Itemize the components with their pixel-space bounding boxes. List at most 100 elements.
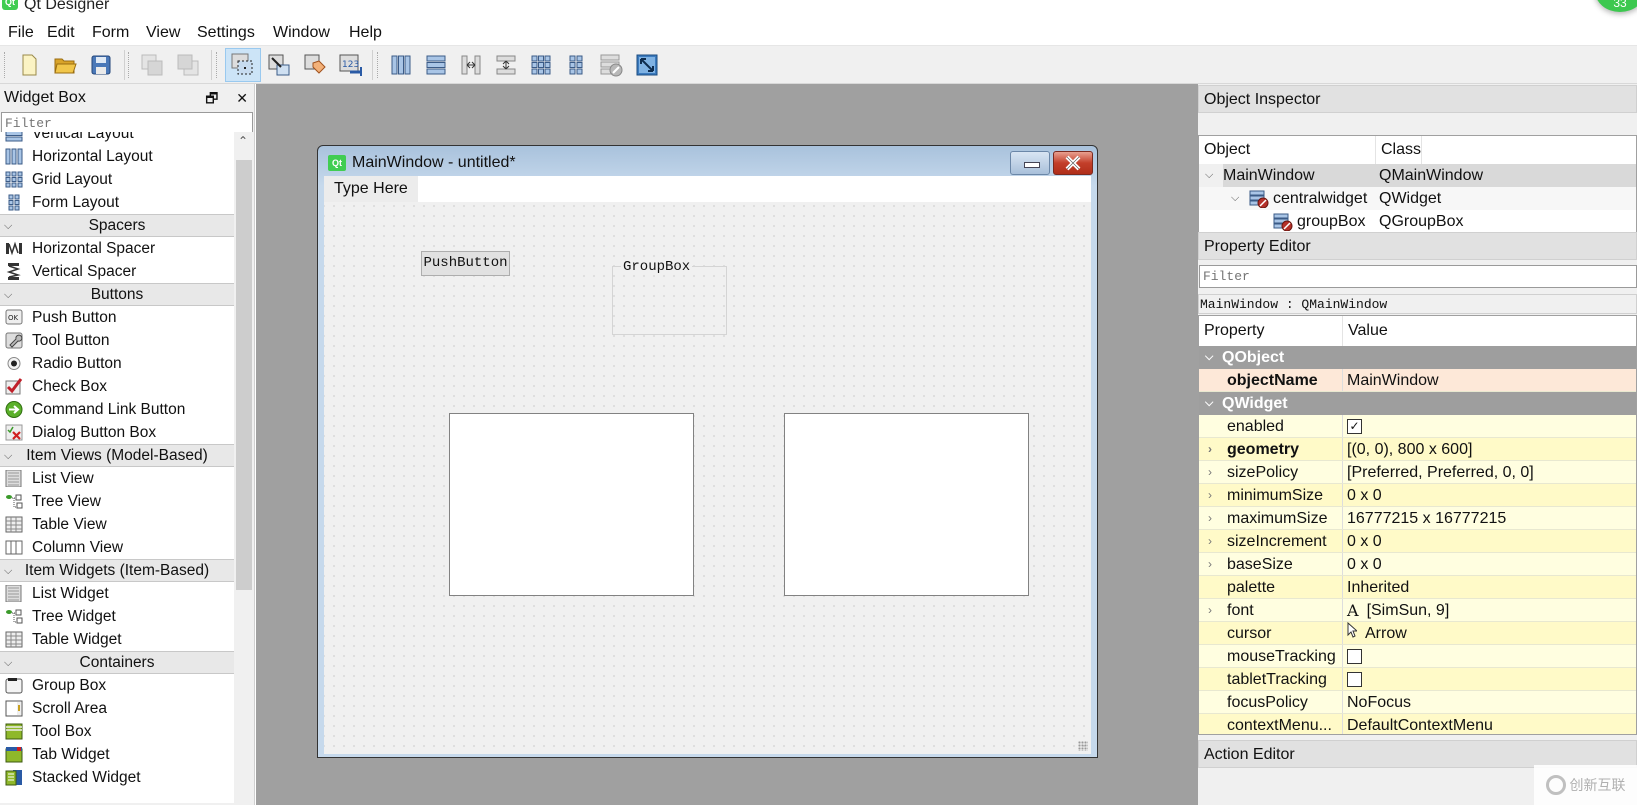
form-list-widget-left[interactable] [449, 413, 694, 596]
widget-item-tree-widget[interactable]: Tree Widget [0, 605, 234, 628]
widget-item-form-layout[interactable]: Form Layout [0, 191, 234, 214]
lay-out-vertical-splitter-button[interactable] [491, 50, 521, 80]
property-value-cell[interactable]: Arrow [1343, 621, 1407, 644]
property-row-sizeincrement[interactable]: › sizeIncrement 0 x 0 [1199, 530, 1636, 553]
adjust-size-button[interactable] [632, 50, 662, 80]
edit-tab-order-button[interactable]: 123 [336, 50, 366, 80]
object-tree-row[interactable]: groupBox QGroupBox [1199, 210, 1636, 233]
property-row-font[interactable]: › font A [SimSun, 9] [1199, 599, 1636, 622]
property-row-basesize[interactable]: › baseSize 0 x 0 [1199, 553, 1636, 576]
form-push-button[interactable]: PushButton [421, 251, 510, 276]
widget-item-tool-button[interactable]: Tool Button [0, 329, 234, 352]
mousetracking-checkbox[interactable] [1347, 648, 1362, 664]
property-value-cell[interactable]: [(0, 0), 800 x 600] [1343, 438, 1472, 460]
property-group-qwidget[interactable]: ⌵ QWidget [1199, 392, 1636, 415]
column-header-object[interactable]: Object [1199, 136, 1376, 164]
widget-item-scroll-area[interactable]: Scroll Area [0, 697, 234, 720]
property-value-cell[interactable] [1343, 668, 1362, 690]
widget-item-table-widget[interactable]: Table Widget [0, 628, 234, 651]
property-value-cell[interactable]: ✓ [1343, 415, 1362, 437]
widget-item-horizontal-layout[interactable]: Horizontal Layout [0, 145, 234, 168]
widget-item-group-box[interactable]: Group Box [0, 674, 234, 697]
size-grip-icon[interactable] [1078, 741, 1088, 751]
save-form-button[interactable] [86, 50, 116, 80]
chevron-down-icon[interactable]: ⌵ [1231, 187, 1239, 210]
widget-item-command-link-button[interactable]: Command Link Button [0, 398, 234, 421]
type-here-menu[interactable]: Type Here [324, 176, 418, 202]
property-value-cell[interactable]: NoFocus [1343, 691, 1411, 713]
chevron-right-icon[interactable]: › [1208, 438, 1212, 461]
widget-category-item-widgets-item-based[interactable]: ⌵ Item Widgets (Item-Based) [0, 559, 234, 582]
menu-file[interactable]: File [8, 24, 34, 42]
property-value-cell[interactable]: 0 x 0 [1343, 484, 1382, 506]
tablettracking-checkbox[interactable] [1347, 671, 1362, 687]
property-row-cursor[interactable]: cursor Arrow [1199, 621, 1636, 645]
scroll-up-icon[interactable]: ⌃ [238, 134, 248, 148]
property-value-cell[interactable]: DefaultContextMenu [1343, 714, 1493, 734]
widget-item-dialog-button-box[interactable]: Dialog Button Box [0, 421, 234, 444]
property-row-contextmenu[interactable]: contextMenu... DefaultContextMenu [1199, 714, 1636, 734]
menu-form[interactable]: Form [92, 24, 129, 42]
object-tree-row[interactable]: ⌵ MainWindow QMainWindow [1199, 164, 1636, 187]
property-row-sizepolicy[interactable]: › sizePolicy [Preferred, Preferred, 0, 0] [1199, 461, 1636, 484]
widget-item-list-view[interactable]: List View [0, 467, 234, 490]
close-icon[interactable]: ✕ [236, 90, 248, 106]
property-row-mousetracking[interactable]: mouseTracking [1199, 645, 1636, 668]
chevron-right-icon[interactable]: › [1208, 507, 1212, 530]
open-form-button[interactable] [50, 50, 80, 80]
column-header-property[interactable]: Property [1199, 316, 1343, 346]
property-group-qobject[interactable]: ⌵ QObject [1199, 346, 1636, 369]
new-form-button[interactable] [14, 50, 44, 80]
widget-item-grid-layout[interactable]: Grid Layout [0, 168, 234, 191]
widget-item-column-view[interactable]: Column View [0, 536, 234, 559]
chevron-right-icon[interactable]: › [1208, 599, 1212, 622]
property-value-cell[interactable]: MainWindow [1343, 369, 1439, 391]
toolbar-grip[interactable] [377, 52, 378, 78]
break-layout-button[interactable] [596, 50, 626, 80]
lay-out-grid-button[interactable] [526, 50, 556, 80]
chevron-down-icon[interactable]: ⌵ [1205, 164, 1213, 187]
widget-category-buttons[interactable]: ⌵ Buttons [0, 283, 234, 306]
widget-item-horizontal-spacer[interactable]: Horizontal Spacer [0, 237, 234, 260]
column-header-value[interactable]: Value [1343, 316, 1388, 346]
float-dock-icon[interactable]: 🗗 [205, 90, 218, 106]
menu-view[interactable]: View [146, 24, 180, 42]
widget-item-check-box[interactable]: Check Box [0, 375, 234, 398]
edit-signals-slots-button[interactable] [264, 50, 294, 80]
close-window-button[interactable] [1053, 151, 1093, 175]
toolbar-grip[interactable] [216, 52, 217, 78]
widget-category-item-views-model-based[interactable]: ⌵ Item Views (Model-Based) [0, 444, 234, 467]
column-header-class[interactable]: Class [1376, 136, 1423, 164]
property-row-palette[interactable]: palette Inherited [1199, 576, 1636, 599]
toolbar-grip[interactable] [128, 52, 129, 78]
chevron-right-icon[interactable]: › [1208, 484, 1212, 507]
property-row-enabled[interactable]: enabled ✓ [1199, 415, 1636, 438]
widget-item-tab-widget[interactable]: Tab Widget [0, 743, 234, 766]
widget-item-tree-view[interactable]: Tree View [0, 490, 234, 513]
property-value-cell[interactable]: 16777215 x 16777215 [1343, 507, 1506, 529]
lay-out-vertically-button[interactable] [421, 50, 451, 80]
widget-item-push-button[interactable]: OK Push Button [0, 306, 234, 329]
property-row-minimumsize[interactable]: › minimumSize 0 x 0 [1199, 484, 1636, 507]
property-value-cell[interactable] [1343, 645, 1362, 667]
widget-item-vertical-layout[interactable]: Vertical Layout [0, 132, 234, 145]
lay-out-horizontal-splitter-button[interactable] [456, 50, 486, 80]
widget-box-filter-input[interactable] [1, 112, 253, 134]
widget-box-scrollbar[interactable]: ⌃ [234, 132, 254, 803]
send-to-back-button[interactable] [137, 50, 167, 80]
menu-window[interactable]: Window [273, 24, 330, 42]
property-value-cell[interactable]: 0 x 0 [1343, 553, 1382, 575]
edit-widgets-button[interactable] [225, 48, 261, 82]
property-row-maximumsize[interactable]: › maximumSize 16777215 x 16777215 [1199, 507, 1636, 530]
widget-item-table-view[interactable]: Table View [0, 513, 234, 536]
property-row-focuspolicy[interactable]: focusPolicy NoFocus [1199, 691, 1636, 714]
bring-to-front-button[interactable] [173, 50, 203, 80]
minimize-button[interactable] [1010, 151, 1050, 175]
widget-item-tool-box[interactable]: Tool Box [0, 720, 234, 743]
chevron-right-icon[interactable]: › [1208, 553, 1212, 576]
enabled-checkbox[interactable]: ✓ [1347, 418, 1362, 434]
object-tree-row[interactable]: ⌵ centralwidget QWidget [1199, 187, 1636, 210]
widget-item-list-widget[interactable]: List Widget [0, 582, 234, 605]
widget-item-stacked-widget[interactable]: Stacked Widget [0, 766, 234, 789]
property-editor-filter-input[interactable] [1199, 265, 1637, 288]
